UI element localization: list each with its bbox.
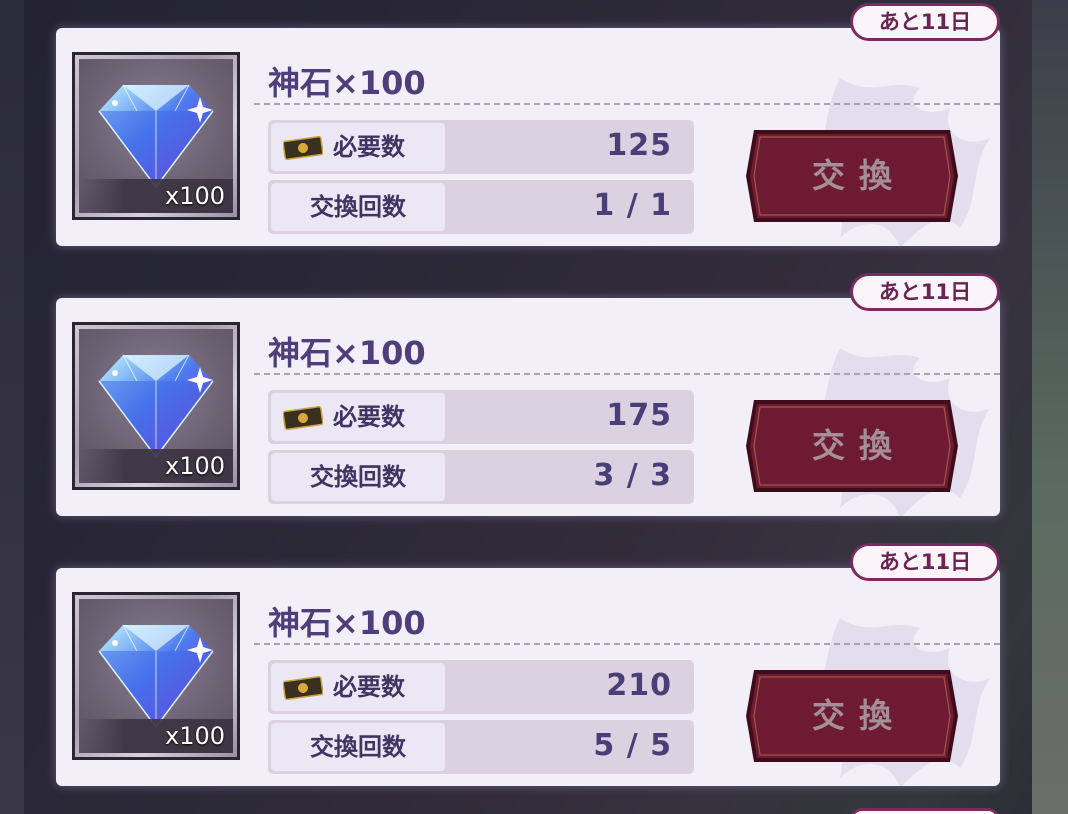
required-amount-row: 必要数 125 xyxy=(268,120,694,174)
divider xyxy=(254,103,1000,105)
count-value: 5 / 5 xyxy=(593,728,672,763)
time-remaining-badge: あと11日 xyxy=(850,273,1000,311)
ticket-icon xyxy=(283,406,323,430)
required-value: 175 xyxy=(606,398,672,433)
item-title: 神石×100 xyxy=(268,604,426,642)
count-label: 交換回数 xyxy=(310,463,406,491)
exchange-button[interactable]: 交換 xyxy=(744,128,960,224)
ticket-icon xyxy=(283,676,323,700)
exchange-item-card: x100 神石×100 必要数 175 交換回数 3 / 3 交換 xyxy=(56,298,1000,516)
required-label: 必要数 xyxy=(333,133,405,161)
time-remaining-badge: あと11日 xyxy=(850,3,1000,41)
thumbnail-quantity: x100 xyxy=(164,452,225,480)
exchange-button-label: 交換 xyxy=(812,696,906,735)
background-right xyxy=(1032,0,1068,814)
required-label-box: 必要数 xyxy=(271,393,445,441)
exchange-button[interactable]: 交換 xyxy=(744,668,960,764)
required-amount-row: 必要数 175 xyxy=(268,390,694,444)
item-title: 神石×100 xyxy=(268,334,426,372)
thumbnail-quantity: x100 xyxy=(164,182,225,210)
exchange-count-row: 交換回数 1 / 1 xyxy=(268,180,694,234)
count-label-box: 交換回数 xyxy=(271,723,445,771)
count-value: 1 / 1 xyxy=(593,188,672,223)
required-label: 必要数 xyxy=(333,673,405,701)
item-thumbnail: x100 xyxy=(72,592,240,760)
exchange-item-card: x100 神石×100 必要数 210 交換回数 5 / 5 交換 xyxy=(56,568,1000,786)
exchange-button[interactable]: 交換 xyxy=(744,398,960,494)
background-left xyxy=(0,0,24,814)
required-label: 必要数 xyxy=(333,403,405,431)
item-thumbnail: x100 xyxy=(72,322,240,490)
required-value: 125 xyxy=(606,128,672,163)
count-label: 交換回数 xyxy=(310,193,406,221)
exchange-count-row: 交換回数 5 / 5 xyxy=(268,720,694,774)
divider xyxy=(254,643,1000,645)
required-value: 210 xyxy=(606,668,672,703)
exchange-button-label: 交換 xyxy=(812,156,906,195)
next-card-badge-edge xyxy=(850,808,1000,814)
item-thumbnail: x100 xyxy=(72,52,240,220)
item-title: 神石×100 xyxy=(268,64,426,102)
time-remaining-badge: あと11日 xyxy=(850,543,1000,581)
count-value: 3 / 3 xyxy=(593,458,672,493)
exchange-item-card: x100 神石×100 必要数 125 交換回数 1 / 1 交換 xyxy=(56,28,1000,246)
divider xyxy=(254,373,1000,375)
count-label: 交換回数 xyxy=(310,733,406,761)
required-label-box: 必要数 xyxy=(271,123,445,171)
count-label-box: 交換回数 xyxy=(271,453,445,501)
thumbnail-quantity: x100 xyxy=(164,722,225,750)
exchange-button-label: 交換 xyxy=(812,426,906,465)
required-label-box: 必要数 xyxy=(271,663,445,711)
required-amount-row: 必要数 210 xyxy=(268,660,694,714)
ticket-icon xyxy=(283,136,323,160)
count-label-box: 交換回数 xyxy=(271,183,445,231)
exchange-count-row: 交換回数 3 / 3 xyxy=(268,450,694,504)
